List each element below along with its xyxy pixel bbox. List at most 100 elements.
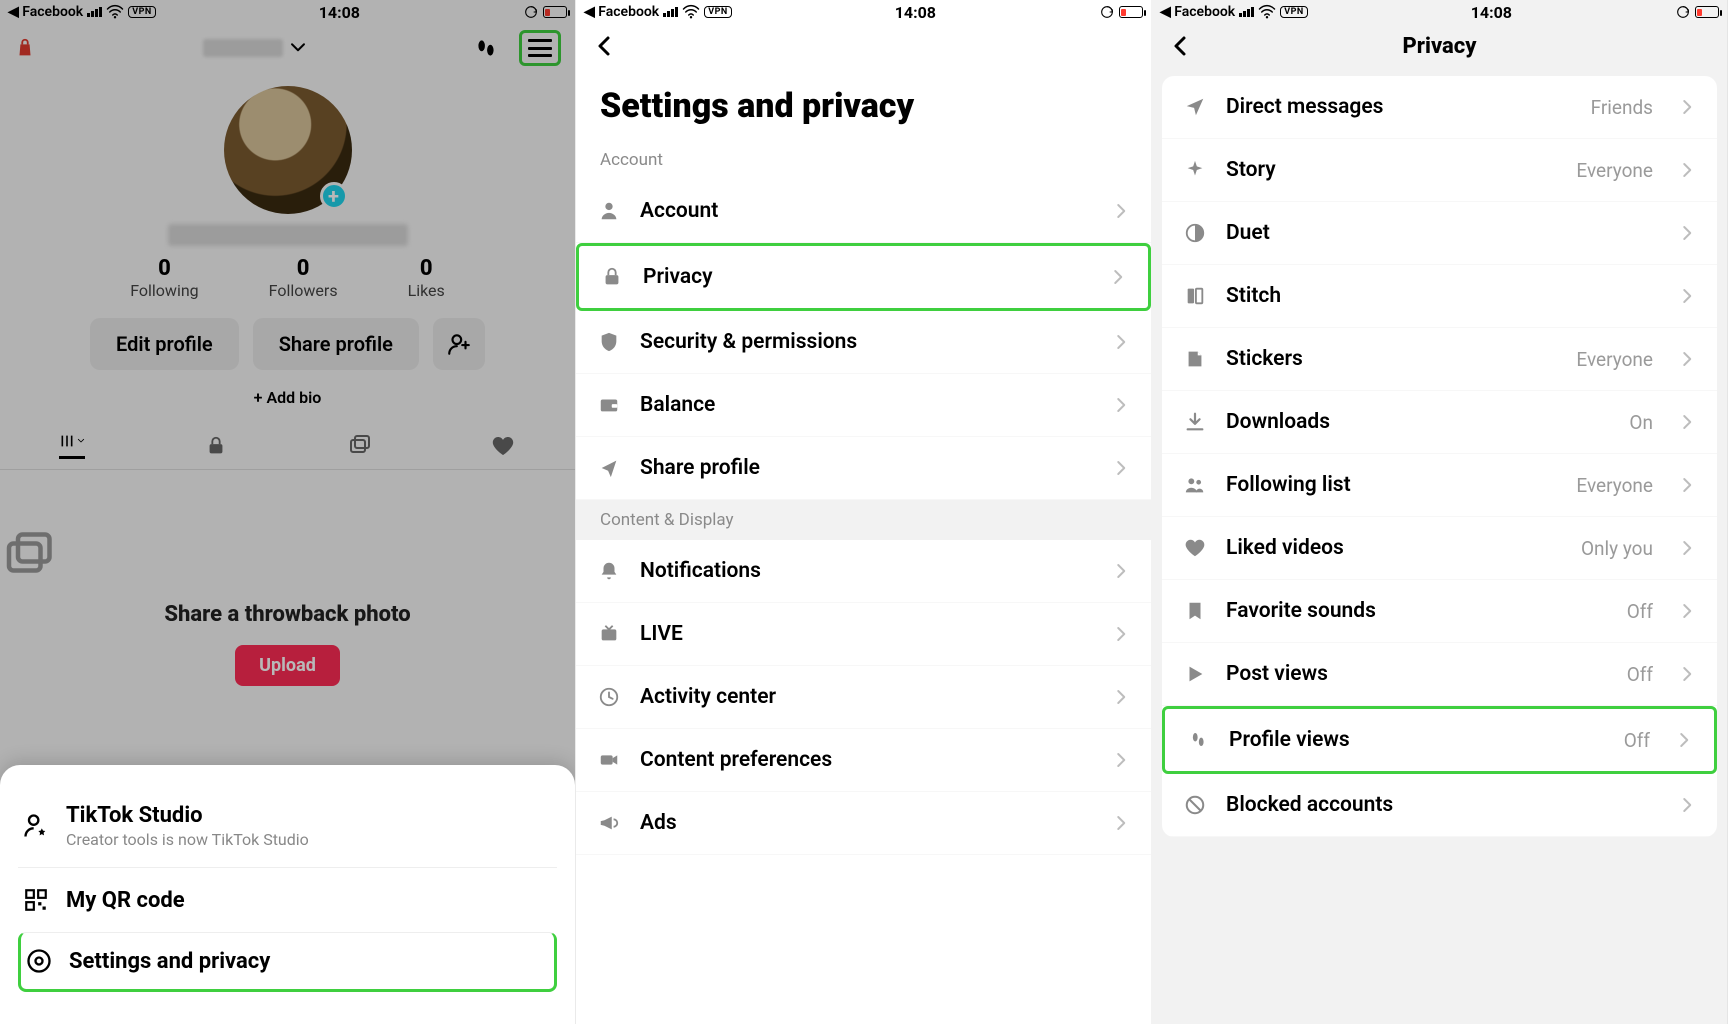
chevron-right-icon: [1679, 98, 1697, 116]
row-favorite-sounds[interactable]: Favorite sounds Off: [1162, 580, 1717, 643]
vpn-badge: VPN: [704, 6, 732, 18]
clock-icon: [596, 684, 622, 710]
row-liked-videos[interactable]: Liked videos Only you: [1162, 517, 1717, 580]
menu-button[interactable]: [519, 30, 561, 66]
page-title: Settings and privacy: [576, 68, 1151, 150]
lock-icon: [599, 264, 625, 290]
row-privacy[interactable]: Privacy: [576, 243, 1151, 311]
row-stitch[interactable]: Stitch: [1162, 265, 1717, 328]
heart-icon: [1182, 535, 1208, 561]
back-to-app-indicator[interactable]: ◀ Facebook: [584, 4, 659, 20]
chevron-right-icon: [1679, 539, 1697, 557]
sheet-settings-privacy[interactable]: Settings and privacy: [18, 932, 557, 992]
chevron-right-icon: [1113, 396, 1131, 414]
add-bio-button[interactable]: + Add bio: [0, 388, 575, 407]
edit-profile-button[interactable]: Edit profile: [90, 318, 239, 370]
tab-private[interactable]: [203, 433, 229, 459]
chevron-down-icon: [289, 39, 307, 57]
add-friend-icon: [446, 331, 472, 357]
row-blocked-accounts[interactable]: Blocked accounts: [1162, 774, 1717, 837]
bookmark-icon: [1182, 598, 1208, 624]
row-content-preferences[interactable]: Content preferences: [576, 729, 1151, 792]
row-downloads[interactable]: Downloads On: [1162, 391, 1717, 454]
row-direct-messages[interactable]: Direct messages Friends: [1162, 76, 1717, 139]
back-to-app-indicator[interactable]: ◀ Facebook: [1160, 4, 1235, 20]
row-post-views[interactable]: Post views Off: [1162, 643, 1717, 706]
row-notifications[interactable]: Notifications: [576, 540, 1151, 603]
row-share-profile[interactable]: Share profile: [576, 437, 1151, 500]
wifi-icon: [106, 3, 124, 21]
people-icon: [1182, 472, 1208, 498]
orientation-lock-icon: [523, 4, 539, 20]
tab-liked[interactable]: [490, 433, 516, 459]
download-icon: [1182, 409, 1208, 435]
chevron-right-icon: [1679, 224, 1697, 242]
stat-followers[interactable]: 0 Followers: [269, 256, 338, 300]
battery-icon: [543, 6, 567, 18]
row-stickers[interactable]: Stickers Everyone: [1162, 328, 1717, 391]
username-dropdown[interactable]: [203, 39, 307, 57]
chevron-right-icon: [1113, 625, 1131, 643]
chevron-right-icon: [1113, 333, 1131, 351]
upload-button[interactable]: Upload: [235, 645, 340, 686]
orientation-lock-icon: [1675, 4, 1691, 20]
chevron-right-icon: [1676, 731, 1694, 749]
person-star-icon: [22, 812, 50, 840]
row-live[interactable]: LIVE: [576, 603, 1151, 666]
chevron-right-icon: [1679, 287, 1697, 305]
screen-settings: ◀ Facebook VPN 14:08 Settings and privac…: [576, 0, 1152, 1024]
shop-icon[interactable]: [14, 35, 36, 61]
sheet-tiktok-studio[interactable]: TikTok Studio Creator tools is now TikTo…: [18, 785, 557, 867]
row-activity-center[interactable]: Activity center: [576, 666, 1151, 729]
stitch-icon: [1182, 283, 1208, 309]
chevron-right-icon: [1113, 688, 1131, 706]
stat-likes[interactable]: 0 Likes: [408, 256, 445, 300]
orientation-lock-icon: [1099, 4, 1115, 20]
row-profile-views[interactable]: Profile views Off: [1162, 706, 1717, 774]
avatar[interactable]: +: [224, 86, 352, 214]
chevron-right-icon: [1679, 476, 1697, 494]
row-duet[interactable]: Duet: [1162, 202, 1717, 265]
footprints-icon[interactable]: [473, 35, 499, 61]
battery-icon: [1119, 6, 1143, 18]
footprints-icon: [1185, 727, 1211, 753]
tab-reposts[interactable]: [346, 433, 372, 459]
chevron-right-icon: [1113, 562, 1131, 580]
wallet-icon: [596, 392, 622, 418]
row-balance[interactable]: Balance: [576, 374, 1151, 437]
share-profile-button[interactable]: Share profile: [253, 318, 419, 370]
row-story[interactable]: Story Everyone: [1162, 139, 1717, 202]
bell-icon: [596, 558, 622, 584]
cellular-signal-icon: [1239, 7, 1254, 17]
chevron-right-icon: [1679, 350, 1697, 368]
row-ads[interactable]: Ads: [576, 792, 1151, 855]
video-icon: [596, 747, 622, 773]
sticker-icon: [1182, 346, 1208, 372]
back-button[interactable]: [1164, 30, 1196, 62]
tab-grid[interactable]: [59, 433, 85, 459]
chevron-right-icon: [1110, 268, 1128, 286]
stat-following[interactable]: 0 Following: [130, 256, 198, 300]
status-bar: ◀ Facebook VPN 14:08: [1152, 0, 1727, 24]
back-to-app-indicator[interactable]: ◀ Facebook: [8, 4, 83, 20]
row-following-list[interactable]: Following list Everyone: [1162, 454, 1717, 517]
chevron-right-icon: [1679, 161, 1697, 179]
gear-icon: [25, 947, 53, 975]
bottom-sheet: TikTok Studio Creator tools is now TikTo…: [0, 765, 575, 1024]
ban-icon: [1182, 792, 1208, 818]
share-icon: [596, 455, 622, 481]
cellular-signal-icon: [663, 7, 678, 17]
qr-icon: [22, 886, 50, 914]
username-blurred: [203, 39, 283, 57]
chevron-right-icon: [1679, 796, 1697, 814]
sheet-qr-code[interactable]: My QR code: [18, 867, 557, 932]
row-security[interactable]: Security & permissions: [576, 311, 1151, 374]
cellular-signal-icon: [87, 7, 102, 17]
play-icon: [1182, 661, 1208, 687]
add-friends-button[interactable]: [433, 318, 485, 370]
add-avatar-button[interactable]: +: [320, 182, 348, 210]
chevron-right-icon: [1679, 413, 1697, 431]
section-account: Account: [576, 150, 1151, 180]
back-button[interactable]: [588, 30, 620, 62]
row-account[interactable]: Account: [576, 180, 1151, 243]
